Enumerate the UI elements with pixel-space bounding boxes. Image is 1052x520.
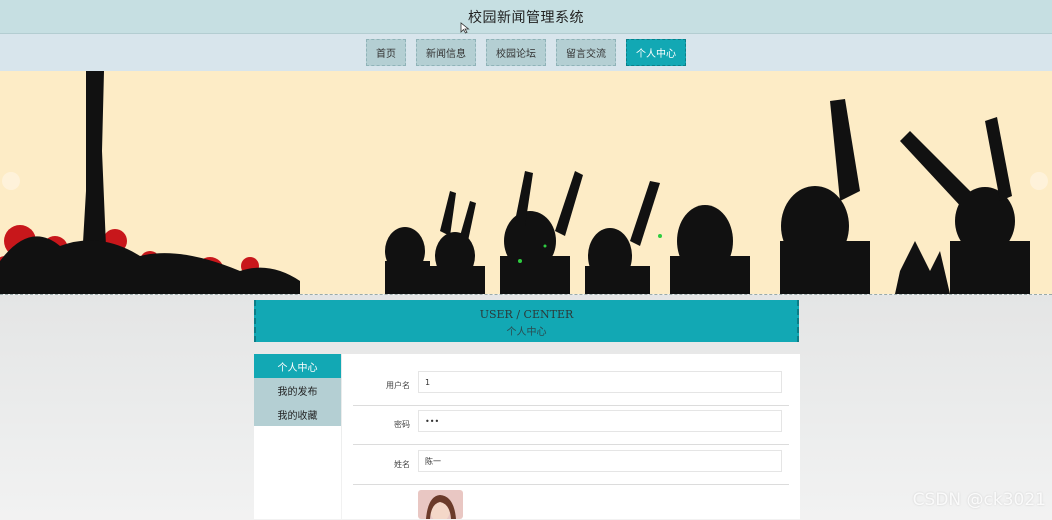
form-row-name: 姓名 陈一 bbox=[353, 445, 789, 485]
avatar[interactable] bbox=[418, 490, 463, 519]
section-header: USER / CENTER 个人中心 bbox=[254, 300, 799, 342]
form-row-password: 密码 ••• bbox=[353, 405, 789, 445]
banner-prev-button[interactable] bbox=[2, 172, 20, 190]
form-row-username: 用户名 1 bbox=[353, 366, 789, 406]
avatar-photo bbox=[418, 490, 463, 519]
profile-form: 用户名 1 密码 ••• 姓名 陈一 bbox=[342, 354, 800, 519]
password-input[interactable]: ••• bbox=[418, 410, 782, 432]
side-item-my-posts[interactable]: 我的发布 bbox=[254, 378, 341, 402]
hero-banner bbox=[0, 71, 1052, 294]
main-nav: 首页 新闻信息 校园论坛 留言交流 个人中心 bbox=[0, 34, 1052, 71]
password-label: 密码 bbox=[394, 420, 410, 429]
nav-item-user-center[interactable]: 个人中心 bbox=[626, 39, 686, 66]
nav-item-home[interactable]: 首页 bbox=[366, 39, 406, 66]
side-item-label: 个人中心 bbox=[277, 362, 318, 374]
side-item-my-favorites[interactable]: 我的收藏 bbox=[254, 402, 341, 426]
nav-item-label: 留言交流 bbox=[566, 49, 606, 60]
nav-item-label: 校园论坛 bbox=[496, 49, 536, 60]
nav-item-label: 新闻信息 bbox=[426, 49, 466, 60]
nav-item-label: 首页 bbox=[376, 49, 396, 60]
site-title: 校园新闻管理系统 bbox=[468, 9, 584, 26]
username-input[interactable]: 1 bbox=[418, 371, 782, 393]
banner-image bbox=[0, 71, 1052, 294]
section-title-cn: 个人中心 bbox=[506, 327, 547, 338]
name-input[interactable]: 陈一 bbox=[418, 450, 782, 472]
title-bar: 校园新闻管理系统 bbox=[0, 0, 1052, 34]
side-menu: 个人中心 我的发布 我的收藏 bbox=[254, 354, 341, 519]
section-title-en: USER / CENTER bbox=[479, 308, 574, 321]
side-item-label: 我的收藏 bbox=[277, 410, 318, 422]
nav-item-label: 个人中心 bbox=[636, 49, 676, 60]
name-label: 姓名 bbox=[394, 460, 410, 469]
nav-item-messages[interactable]: 留言交流 bbox=[556, 39, 616, 66]
side-item-user-center[interactable]: 个人中心 bbox=[254, 354, 341, 378]
nav-item-forum[interactable]: 校园论坛 bbox=[486, 39, 546, 66]
mouse-cursor-icon bbox=[460, 22, 470, 34]
username-label: 用户名 bbox=[386, 381, 410, 390]
watermark: CSDN @ck3021 bbox=[912, 490, 1046, 510]
nav-item-news[interactable]: 新闻信息 bbox=[416, 39, 476, 66]
banner-next-button[interactable] bbox=[1030, 172, 1048, 190]
side-item-label: 我的发布 bbox=[277, 386, 318, 398]
